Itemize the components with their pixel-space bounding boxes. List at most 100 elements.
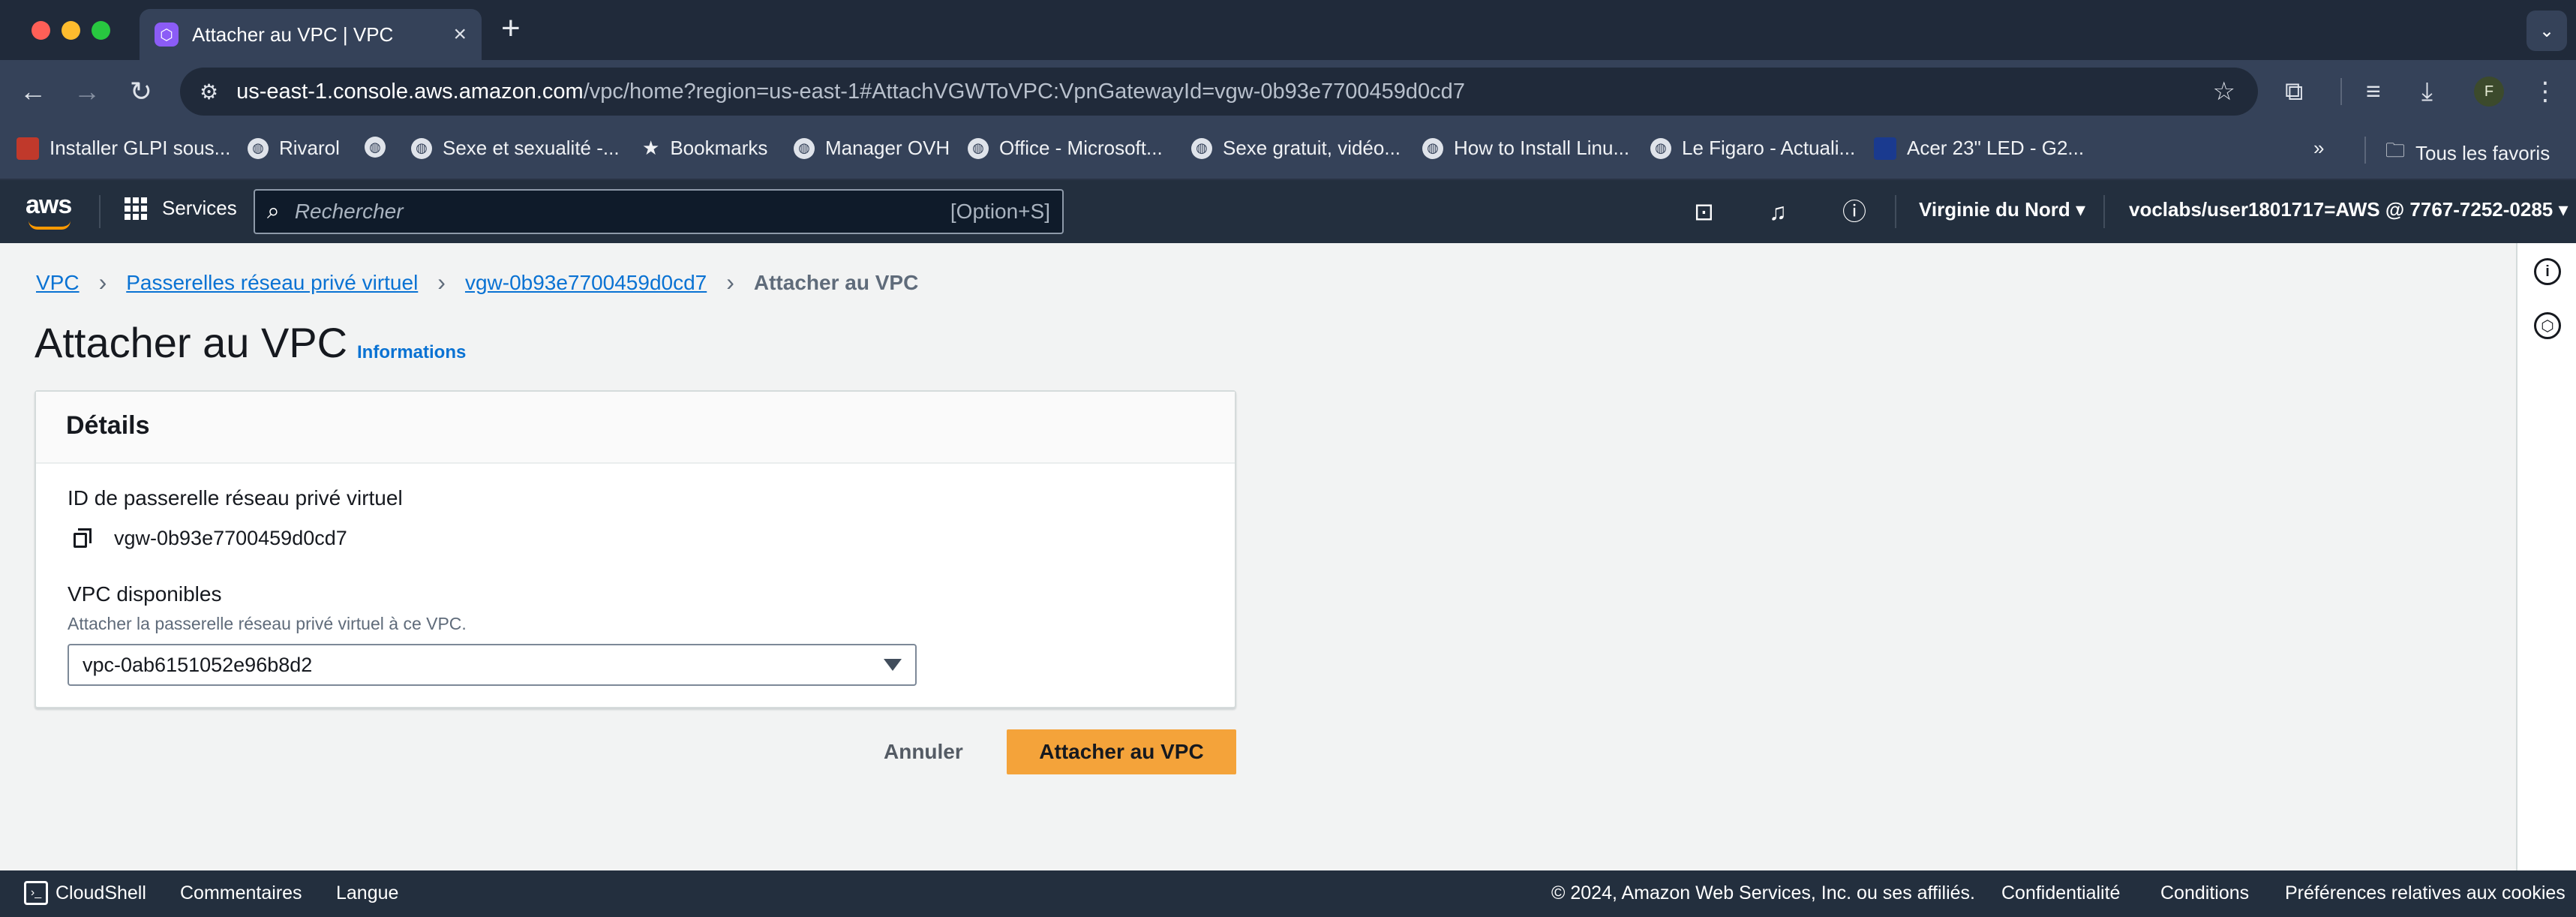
bookmark-item[interactable]: Acer 23" LED - G2...	[1874, 137, 2084, 160]
bookmarks-overflow-icon[interactable]: »	[2313, 137, 2324, 160]
toolbar-divider	[2340, 78, 2342, 105]
card-header: Détails	[36, 392, 1235, 464]
browser-menu-icon[interactable]: ⋮	[2532, 77, 2558, 107]
info-panel-icon[interactable]: i	[2534, 258, 2561, 285]
window-close-button[interactable]	[32, 21, 50, 40]
gateway-id-label: ID de passerelle réseau privé virtuel	[68, 486, 403, 510]
details-card: Détails ID de passerelle réseau privé vi…	[35, 390, 1236, 708]
bookmark-item[interactable]: ◍ How to Install Linu...	[1422, 137, 1629, 160]
cookie-preferences-link[interactable]: Préférences relatives aux cookies	[2285, 882, 2565, 904]
url-text: us-east-1.console.aws.amazon.com/vpc/hom…	[236, 79, 1465, 104]
tab-list-chevron-icon[interactable]: ⌄	[2526, 11, 2567, 51]
chevron-right-icon: ›	[98, 269, 107, 296]
info-link[interactable]: Informations	[357, 342, 466, 363]
window-minimize-button[interactable]	[62, 21, 80, 40]
globe-icon: ◍	[794, 137, 815, 159]
vpc-selected-value: vpc-0ab6151052e96b8d2	[83, 653, 313, 676]
bookmark-item[interactable]: ◍ Sexe gratuit, vidéo...	[1191, 137, 1401, 160]
cloudshell-icon[interactable]: ⊡	[1694, 197, 1714, 227]
aws-search-box[interactable]: ⌕ [Option+S]	[254, 189, 1064, 234]
search-shortcut-hint: [Option+S]	[950, 200, 1050, 223]
ldlc-favicon-icon	[1874, 137, 1896, 160]
glpi-favicon-icon	[17, 137, 39, 160]
page-title: Attacher au VPC	[35, 319, 348, 366]
address-bar[interactable]: ⚙ us-east-1.console.aws.amazon.com/vpc/h…	[180, 68, 2258, 116]
feedback-link[interactable]: Commentaires	[180, 882, 302, 904]
bookmark-star-icon[interactable]: ☆	[2213, 77, 2235, 107]
profile-avatar[interactable]: F	[2474, 77, 2504, 107]
globe-icon: ◍	[248, 137, 269, 159]
browser-tab-active[interactable]: ⬡ Attacher au VPC | VPC ×	[140, 9, 482, 60]
bookmarks-divider	[2364, 137, 2366, 164]
bookmark-item[interactable]: ◍ Rivarol	[248, 137, 340, 160]
services-menu-button[interactable]: Services	[125, 197, 237, 220]
notifications-bell-icon[interactable]: ♫	[1769, 197, 1787, 227]
window-zoom-button[interactable]	[92, 21, 110, 40]
bookmark-item[interactable]: ◍	[365, 137, 396, 158]
globe-icon: ◍	[1422, 137, 1443, 159]
breadcrumb-link-gateways[interactable]: Passerelles réseau privé virtuel	[126, 271, 418, 295]
search-input[interactable]	[294, 200, 950, 224]
browser-toolbar: ← → ↻ ⚙ us-east-1.console.aws.amazon.com…	[0, 60, 2576, 123]
right-side-rail: i ⬡	[2516, 243, 2576, 870]
bookmark-item[interactable]: Installer GLPI sous...	[17, 137, 230, 160]
copyright-text: © 2024, Amazon Web Services, Inc. ou ses…	[1551, 882, 1976, 903]
breadcrumb-link-vpc[interactable]: VPC	[36, 271, 80, 295]
back-arrow-icon[interactable]: ←	[17, 75, 50, 108]
globe-icon: ◍	[365, 137, 386, 158]
breadcrumb-link-gateway-id[interactable]: vgw-0b93e7700459d0cd7	[465, 271, 707, 295]
console-footer: ›_ CloudShell Commentaires Langue © 2024…	[0, 870, 2576, 917]
bookmark-item[interactable]: ★ Bookmarks	[642, 137, 767, 160]
cancel-button[interactable]: Annuler	[873, 729, 974, 774]
attach-vpc-button[interactable]: Attacher au VPC	[1007, 729, 1236, 774]
globe-icon: ◍	[411, 137, 432, 159]
nav-divider	[1895, 195, 1896, 228]
all-bookmarks-folder[interactable]: 🗀 Tous les favoris	[2385, 137, 2550, 170]
site-settings-icon[interactable]: ⚙	[200, 80, 218, 104]
vpc-label: VPC disponibles	[68, 582, 222, 606]
grid-icon	[125, 197, 147, 220]
globe-icon: ◍	[1650, 137, 1671, 159]
folder-icon: 🗀	[2385, 139, 2406, 161]
cloudshell-icon: ›_	[24, 881, 48, 905]
privacy-link[interactable]: Confidentialité	[2001, 882, 2120, 904]
download-icon[interactable]: ⤓	[2421, 77, 2433, 107]
cloudshell-link[interactable]: CloudShell	[56, 882, 146, 904]
browser-tab-strip: ⬡ Attacher au VPC | VPC × + ⌄	[0, 0, 2576, 60]
vpc-favicon-icon: ⬡	[155, 23, 179, 47]
reading-list-icon[interactable]: ≡	[2366, 77, 2381, 107]
tab-title: Attacher au VPC | VPC	[192, 23, 394, 46]
bookmark-item[interactable]: ◍ Manager OVH	[794, 137, 950, 160]
aws-top-nav: aws Services ⌕ [Option+S] ⊡ ♫ ⓘ Virginie…	[0, 180, 2576, 243]
search-icon: ⌕	[267, 199, 280, 224]
vpc-select[interactable]: vpc-0ab6151052e96b8d2	[68, 644, 917, 686]
nav-divider	[99, 195, 101, 228]
aws-logo-smile	[29, 221, 71, 230]
aws-logo[interactable]: aws	[26, 191, 72, 220]
bookmark-item[interactable]: ◍ Le Figaro - Actuali...	[1650, 137, 1855, 160]
globe-icon: ◍	[1191, 137, 1212, 159]
account-menu[interactable]: voclabs/user1801717=AWS @ 7767-7252-0285…	[2129, 198, 2568, 221]
terms-link[interactable]: Conditions	[2160, 882, 2249, 904]
region-selector[interactable]: Virginie du Nord ▾	[1919, 198, 2085, 221]
help-icon[interactable]: ⓘ	[1842, 197, 1866, 227]
settings-hexagon-icon[interactable]: ⬡	[2534, 312, 2561, 339]
forward-arrow-icon[interactable]: →	[71, 75, 104, 108]
globe-icon: ◍	[968, 137, 989, 159]
bookmark-item[interactable]: ◍ Sexe et sexualité -...	[411, 137, 620, 160]
chevron-right-icon: ›	[726, 269, 734, 296]
reload-icon[interactable]: ↻	[125, 75, 158, 108]
new-tab-icon[interactable]: +	[501, 12, 521, 45]
tab-close-icon[interactable]: ×	[453, 23, 467, 46]
star-icon: ★	[642, 137, 660, 159]
chevron-right-icon: ›	[437, 269, 446, 296]
bookmarks-bar: Installer GLPI sous... ◍ Rivarol ◍ ◍ Sexe …	[0, 123, 2576, 180]
caret-down-icon	[884, 659, 902, 671]
breadcrumb: VPC › Passerelles réseau privé virtuel ›…	[36, 269, 918, 296]
vpc-description: Attacher la passerelle réseau privé virt…	[68, 614, 467, 633]
extensions-puzzle-icon[interactable]: ⧉	[2285, 77, 2303, 107]
language-link[interactable]: Langue	[336, 882, 398, 904]
copy-icon[interactable]	[74, 528, 92, 548]
breadcrumb-current: Attacher au VPC	[753, 270, 919, 294]
bookmark-item[interactable]: ◍ Office - Microsoft...	[968, 137, 1163, 160]
